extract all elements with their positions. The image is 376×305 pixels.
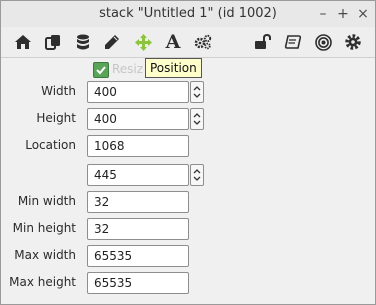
script-icon[interactable] (281, 30, 305, 54)
position-tooltip: Position (145, 58, 202, 78)
height-stepper[interactable] (190, 108, 204, 130)
move-icon[interactable] (131, 30, 155, 54)
text-icon[interactable]: A (161, 30, 185, 54)
lock-icon[interactable] (251, 30, 275, 54)
width-stepper[interactable] (190, 81, 204, 103)
height-label: Height (36, 111, 76, 125)
pencil-icon[interactable] (100, 30, 124, 54)
inspector-toolbar: A (1, 27, 375, 58)
location-x-field[interactable]: 1068 (87, 135, 189, 157)
min-height-label: Min height (12, 221, 76, 235)
property-inspector-window: stack "Untitled 1" (id 1002) – + × A Res… (0, 0, 376, 305)
title-bar: stack "Untitled 1" (id 1002) – + × (1, 1, 375, 27)
location-label: Location (25, 138, 76, 152)
close-button[interactable]: × (353, 4, 373, 24)
max-width-field[interactable]: 65535 (87, 245, 189, 267)
min-height-field[interactable]: 32 (87, 218, 189, 240)
minimize-button[interactable]: – (313, 4, 333, 24)
gear-icon[interactable] (341, 30, 365, 54)
min-width-label: Min width (17, 194, 76, 208)
max-height-label: Max height (9, 275, 76, 289)
maximize-button[interactable]: + (333, 4, 353, 24)
resize-checkbox-label: Resiz (112, 62, 144, 76)
location-stepper[interactable] (190, 164, 204, 186)
max-width-label: Max width (14, 248, 76, 262)
resize-checkbox[interactable] (93, 62, 109, 78)
home-icon[interactable] (11, 30, 35, 54)
width-label: Width (41, 84, 76, 98)
location-y-field[interactable]: 445 (87, 164, 189, 186)
max-height-field[interactable]: 65535 (87, 272, 189, 294)
height-field[interactable]: 400 (87, 108, 189, 130)
min-width-field[interactable]: 32 (87, 191, 189, 213)
database-icon[interactable] (71, 30, 95, 54)
target-icon[interactable] (311, 30, 335, 54)
copy-icon[interactable] (41, 30, 65, 54)
gears-icon[interactable] (191, 30, 215, 54)
width-field[interactable]: 400 (87, 81, 189, 103)
